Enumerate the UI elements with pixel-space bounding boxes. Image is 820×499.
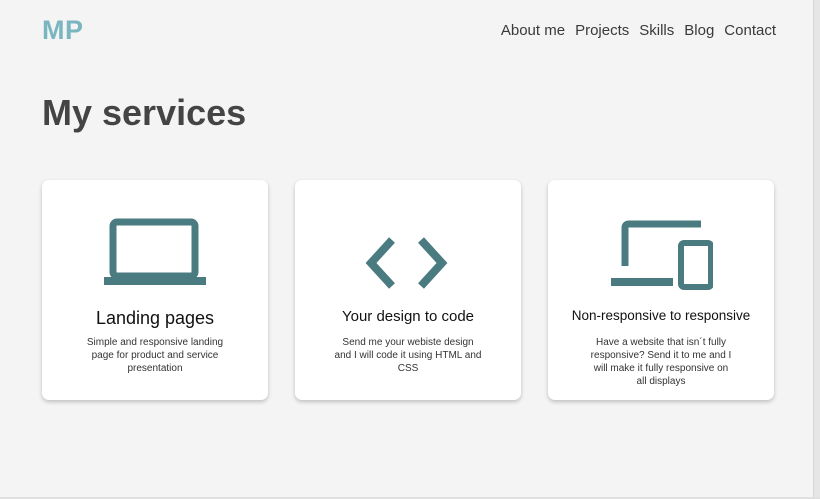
services-list: Landing pages Simple and responsive land…: [42, 180, 774, 400]
service-description: Simple and responsive landing page for p…: [86, 337, 224, 374]
window-right-edge: [813, 0, 820, 499]
service-title: Landing pages: [95, 308, 215, 328]
service-title: Your design to code: [341, 308, 475, 325]
site-logo[interactable]: MP: [42, 15, 84, 46]
nav-link-blog[interactable]: Blog: [684, 22, 714, 39]
nav-link-about-me[interactable]: About me: [501, 22, 565, 39]
service-title: Non-responsive to responsive: [571, 308, 751, 323]
service-card-responsive: Non-responsive to responsive Have a webs…: [548, 180, 774, 400]
service-description: Have a website that isn´t fully responsi…: [590, 337, 732, 387]
nav-link-projects[interactable]: Projects: [575, 22, 629, 39]
main-nav: About me Projects Skills Blog Contact: [501, 22, 776, 39]
page-title: My services: [42, 92, 247, 133]
nav-link-skills[interactable]: Skills: [639, 22, 674, 39]
service-card-landing-pages: Landing pages Simple and responsive land…: [42, 180, 268, 400]
laptop-icon: [42, 218, 268, 298]
devices-icon: [548, 218, 774, 298]
service-description: Send me your webiste design and I will c…: [334, 337, 482, 374]
code-icon: [295, 218, 521, 298]
nav-link-contact[interactable]: Contact: [724, 22, 776, 39]
service-card-design-to-code: Your design to code Send me your webiste…: [295, 180, 521, 400]
